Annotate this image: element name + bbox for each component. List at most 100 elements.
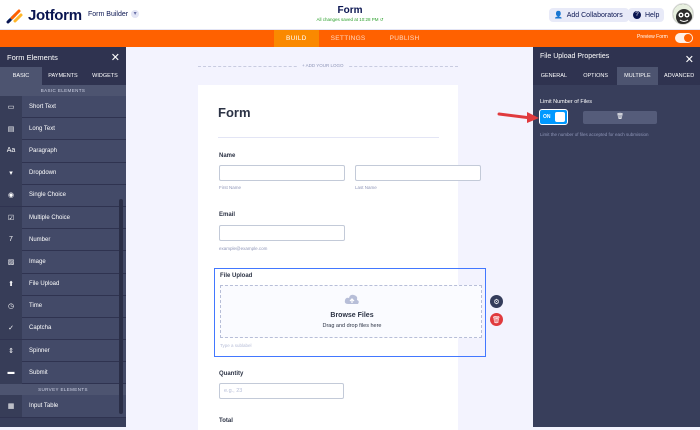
tab-options[interactable]: OPTIONS [575, 67, 617, 85]
paragraph-icon: Aa [0, 139, 22, 162]
email-input[interactable] [219, 225, 345, 241]
properties-header: File Upload Properties ✕ [533, 47, 700, 67]
element-item-file-upload[interactable]: ⬆ File Upload [0, 273, 126, 296]
sublabel-placeholder[interactable]: Type a sublabel [220, 343, 252, 348]
email-hint: example@example.com [219, 246, 268, 251]
tab-multiple[interactable]: MULTIPLE [616, 67, 659, 85]
close-icon[interactable]: ✕ [111, 51, 120, 64]
quantity-label: Quantity [219, 371, 244, 377]
properties-tabs: GENERAL OPTIONS MULTIPLE ADVANCED [533, 67, 700, 85]
element-item-submit[interactable]: ▬ Submit [0, 361, 126, 385]
element-item-label: Paragraph [29, 147, 58, 154]
element-item-captcha[interactable]: ✓ Captcha [0, 317, 126, 341]
help-icon: ? [633, 11, 641, 19]
properties-panel: File Upload Properties ✕ GENERAL OPTIONS… [533, 47, 700, 427]
element-item-multiple-choice[interactable]: ☑ Multiple Choice [0, 206, 126, 230]
radio-icon: ◉ [0, 184, 22, 207]
element-item-time[interactable]: ◷ Time [0, 295, 126, 318]
form-elements-panel: Form Elements ✕ BASIC PAYMENTS WIDGETS B… [0, 47, 126, 427]
survey-elements-list: ▦ Input Table [0, 395, 126, 418]
toggle-on-label: ON [543, 114, 551, 120]
form-canvas: + ADD YOUR LOGO Form Name First Name Las… [126, 47, 533, 430]
element-item-label: Dropdown [29, 170, 57, 177]
close-icon[interactable]: ✕ [685, 50, 694, 70]
toggle-knob [555, 112, 565, 122]
table-icon: ▦ [0, 395, 22, 418]
last-name-hint: Last Name [355, 185, 377, 190]
element-item-label: Spinner [29, 347, 50, 354]
spinner-icon: ⇕ [0, 339, 22, 362]
element-item-input-table[interactable]: ▦ Input Table [0, 395, 126, 418]
element-item-short-text[interactable]: ▭ Short Text [0, 95, 126, 119]
element-item-label: Multiple Choice [29, 214, 71, 221]
tab-general[interactable]: GENERAL [533, 67, 575, 85]
form-elements-header: Form Elements ✕ [0, 47, 126, 67]
element-item-label: Time [29, 303, 43, 310]
user-icon: 👤 [554, 12, 563, 19]
delete-field-button[interactable]: 🗑 [490, 313, 503, 326]
image-icon: ▨ [0, 250, 22, 273]
checkbox-icon: ☑ [0, 206, 22, 229]
name-label: Name [219, 153, 236, 159]
form-card: Form Name First Name Last Name Email exa… [198, 85, 486, 430]
element-item-label: Submit [29, 369, 48, 376]
form-elements-title: Form Elements [7, 52, 58, 62]
element-item-label: Single Choice [29, 192, 67, 199]
tab-build[interactable]: BUILD [274, 30, 319, 47]
element-item-dropdown[interactable]: ▾ Dropdown [0, 162, 126, 185]
element-item-number[interactable]: 7 Number [0, 228, 126, 252]
avatar[interactable] [672, 3, 694, 25]
trash-icon[interactable]: 🗑 [616, 114, 624, 120]
browse-files-label: Browse Files [330, 312, 374, 319]
long-text-icon: ▤ [0, 117, 22, 140]
element-item-label: File Upload [29, 281, 60, 288]
tab-settings[interactable]: SETTINGS [319, 30, 378, 47]
limit-files-toggle[interactable]: ON [539, 109, 568, 125]
field-settings-button[interactable]: ⚙ [490, 295, 503, 308]
add-logo-label[interactable]: + ADD YOUR LOGO [298, 63, 348, 68]
basic-elements-section: BASIC ELEMENTS [0, 85, 126, 96]
element-item-label: Short Text [29, 103, 56, 110]
submit-icon: ▬ [0, 361, 22, 384]
clock-icon: ◷ [0, 295, 22, 318]
element-item-label: Captcha [29, 325, 52, 332]
element-item-label: Input Table [29, 403, 59, 410]
file-dropzone[interactable]: Browse Files Drag and drop files here [220, 285, 482, 338]
element-item-long-text[interactable]: ▤ Long Text [0, 117, 126, 141]
help-label: Help [645, 11, 660, 19]
element-item-spinner[interactable]: ⇕ Spinner [0, 339, 126, 363]
number-icon: 7 [0, 228, 22, 251]
file-upload-label: File Upload [220, 273, 253, 279]
add-collaborators-label: Add Collaborators [566, 11, 623, 19]
limit-value-field[interactable]: 🗑 [583, 111, 657, 124]
add-logo-area[interactable]: + ADD YOUR LOGO [198, 63, 458, 68]
drag-drop-label: Drag and drop files here [322, 323, 382, 329]
panel-scrollbar[interactable] [119, 199, 123, 414]
cloud-upload-icon [344, 294, 359, 304]
element-item-paragraph[interactable]: Aa Paragraph [0, 139, 126, 163]
first-name-input[interactable] [219, 165, 345, 181]
preview-form-label: Preview Form [637, 34, 668, 40]
file-upload-icon: ⬆ [0, 273, 22, 296]
limit-files-label: Limit Number of Files [540, 99, 592, 105]
gear-icon: ⚙ [493, 298, 500, 306]
builder-tab-bar: BUILD SETTINGS PUBLISH Preview Form [0, 30, 700, 47]
element-item-single-choice[interactable]: ◉ Single Choice [0, 184, 126, 207]
tab-widgets[interactable]: WIDGETS [84, 67, 126, 85]
history-icon[interactable]: ↺ [380, 17, 384, 22]
properties-title: File Upload Properties [540, 53, 610, 60]
email-label: Email [219, 212, 236, 218]
tab-basic[interactable]: BASIC [0, 67, 42, 85]
last-name-input[interactable] [355, 165, 481, 181]
form-heading[interactable]: Form [218, 105, 251, 120]
add-collaborators-button[interactable]: 👤 Add Collaborators [549, 8, 629, 22]
basic-elements-list: ▭ Short Text ▤ Long Text Aa Paragraph ▾ Dropdow… [0, 95, 126, 385]
element-item-image[interactable]: ▨ Image [0, 250, 126, 274]
tab-payments[interactable]: PAYMENTS [42, 67, 84, 85]
red-arrow-icon [497, 112, 539, 123]
tab-publish[interactable]: PUBLISH [378, 30, 432, 47]
survey-elements-section: SURVEY ELEMENTS [0, 384, 126, 396]
quantity-input[interactable]: e.g., 23 [219, 383, 344, 399]
preview-form-toggle[interactable] [675, 33, 693, 43]
help-button[interactable]: ? Help [628, 8, 665, 22]
